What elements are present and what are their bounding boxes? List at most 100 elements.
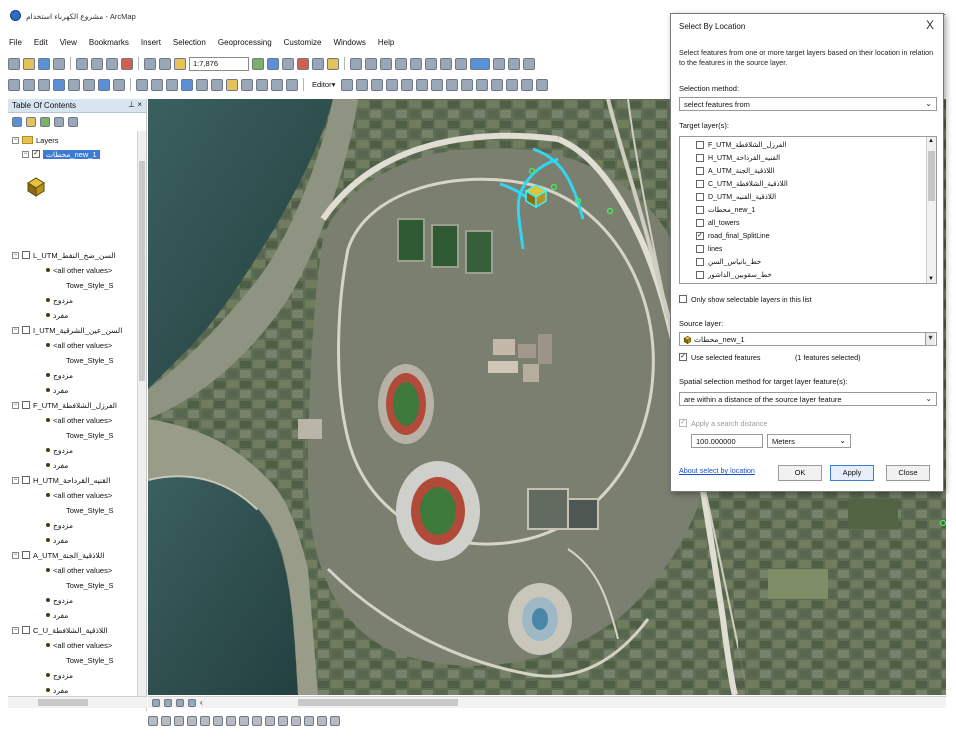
draw-font-icon[interactable] [265, 716, 275, 726]
toc-layer-row[interactable]: − I_UTM_السن_عين_الشرقية [12, 324, 122, 336]
edit-annotation-icon[interactable] [356, 78, 369, 91]
layer-name[interactable]: A_UTM_اللاذقية_الجنة [33, 551, 104, 560]
select-features-icon[interactable] [136, 78, 148, 91]
menu-windows[interactable]: Windows [332, 38, 366, 52]
draw-zoom-icon[interactable] [174, 716, 184, 726]
pause-drawing-icon[interactable] [188, 698, 196, 707]
forward-extent-icon[interactable] [113, 78, 125, 91]
route-icon[interactable] [256, 78, 268, 91]
layer-name[interactable]: I_UTM_السن_عين_الشرقية [33, 326, 122, 335]
list-by-drawing-order-icon[interactable] [12, 117, 22, 127]
paste-icon[interactable] [106, 57, 118, 70]
editor-toolbar-icon[interactable] [252, 57, 264, 70]
measure-icon[interactable] [226, 78, 238, 91]
point-icon[interactable] [416, 78, 429, 91]
target-layer-checkbox[interactable]: ✓ [696, 232, 704, 240]
zoom-in-icon[interactable] [8, 78, 20, 91]
menu-view[interactable]: View [59, 38, 78, 52]
copy-icon[interactable] [91, 57, 103, 70]
tool-f-icon[interactable] [425, 57, 437, 70]
map-hscroll-thumb[interactable] [298, 699, 458, 706]
menu-customize[interactable]: Customize [283, 38, 323, 52]
clear-selection-icon[interactable] [151, 78, 163, 91]
catalog-icon[interactable] [282, 57, 294, 70]
tool-h-icon[interactable] [455, 57, 467, 70]
tool-d-icon[interactable] [395, 57, 407, 70]
menu-selection[interactable]: Selection [172, 38, 207, 52]
toc-layer-row[interactable]: − F_UTM_الفرزل_الشلافطة [12, 399, 117, 411]
select-elements-icon[interactable] [166, 78, 178, 91]
menu-file[interactable]: File [8, 38, 23, 52]
reshape-icon[interactable] [446, 78, 459, 91]
tool-a-icon[interactable] [350, 57, 362, 70]
draw-bold-icon[interactable] [278, 716, 288, 726]
search-distance-input[interactable]: 100.000000 [691, 434, 763, 448]
toc-layer-row[interactable]: − A_UTM_اللاذقية_الجنة [12, 549, 104, 561]
toc-layer-row[interactable]: − H_UTM_القنيه_القرداحة [12, 474, 110, 486]
tool-b-icon[interactable] [365, 57, 377, 70]
layer-name[interactable]: H_UTM_القنيه_القرداحة [33, 476, 110, 485]
target-layers-list[interactable]: F_UTM_الفرزل_الشلافطة H_UTM_القنيه_القردا… [679, 136, 937, 284]
collapse-icon[interactable]: − [12, 251, 19, 259]
scroll-left-arrow[interactable]: ‹ [200, 698, 203, 707]
fixed-zoom-out-icon[interactable] [83, 78, 95, 91]
layers-root[interactable]: − Layers [12, 134, 59, 146]
layer-visibility-checkbox[interactable] [22, 326, 30, 334]
layer-visibility-checkbox[interactable] [22, 251, 30, 259]
collapse-icon[interactable]: − [12, 476, 19, 484]
full-extent-icon[interactable] [53, 78, 65, 91]
arctoolbox-icon[interactable] [297, 57, 309, 70]
collapse-icon[interactable]: − [12, 626, 19, 634]
target-layer-checkbox[interactable] [696, 193, 704, 201]
menu-edit[interactable]: Edit [33, 38, 49, 52]
close-button[interactable]: Close [886, 465, 930, 481]
html-popup-icon[interactable] [211, 78, 223, 91]
fixed-zoom-in-icon[interactable] [68, 78, 80, 91]
python-icon[interactable] [312, 57, 324, 70]
target-layer-checkbox[interactable] [696, 245, 704, 253]
layer-visibility-checkbox[interactable] [22, 551, 30, 559]
identify-icon[interactable] [181, 78, 193, 91]
zoom-out-icon[interactable] [23, 78, 35, 91]
add-data-icon[interactable] [174, 57, 186, 70]
apply-search-distance-option[interactable]: ✓ Apply a search distance [679, 417, 767, 429]
tool-e-icon[interactable] [410, 57, 422, 70]
target-layer-item[interactable]: lines [696, 243, 722, 255]
map-scale-input[interactable]: 1:7,876 [189, 56, 249, 71]
target-list-thumb[interactable] [928, 151, 935, 201]
list-by-visibility-icon[interactable] [40, 117, 50, 127]
target-layer-item[interactable]: C_UTM_اللاذقية_الشلافطة [696, 178, 788, 190]
apply-search-distance-checkbox[interactable]: ✓ [679, 419, 687, 427]
collapse-icon[interactable]: − [22, 150, 29, 158]
data-view-icon[interactable] [152, 698, 160, 707]
cut-icon[interactable] [76, 57, 88, 70]
target-layer-checkbox[interactable] [696, 154, 704, 162]
tool-g-icon[interactable] [440, 57, 452, 70]
only-selectable-checkbox[interactable] [679, 295, 687, 303]
redo-icon[interactable] [159, 57, 171, 70]
straight-segment-icon[interactable] [371, 78, 384, 91]
open-folder-icon[interactable] [23, 57, 35, 70]
draw-rectangle-icon[interactable] [226, 716, 236, 726]
layer-name[interactable]: L_UTM_السن_ضخ_النفط [33, 251, 116, 260]
collapse-icon[interactable]: − [12, 326, 19, 334]
list-by-source-icon[interactable] [26, 117, 36, 127]
draw-select-icon[interactable] [148, 716, 158, 726]
selection-method-select[interactable]: select features from ⌄ [679, 97, 937, 111]
delete-icon[interactable] [121, 57, 133, 70]
use-selected-option[interactable]: ✓ Use selected features [679, 351, 761, 363]
refresh-icon[interactable] [176, 698, 184, 707]
draw-rotate-icon[interactable] [161, 716, 171, 726]
target-layer-item[interactable]: H_UTM_القنيه_القرداحة [696, 152, 780, 164]
end-point-arc-icon[interactable] [386, 78, 399, 91]
target-layer-item[interactable]: all_towers [696, 217, 740, 229]
spatial-method-select[interactable]: are within a distance of the source laye… [679, 392, 937, 406]
time-slider-icon[interactable] [286, 78, 298, 91]
collapse-icon[interactable]: − [12, 401, 19, 409]
layer-visibility-checkbox[interactable] [22, 476, 30, 484]
target-layer-checkbox[interactable] [696, 180, 704, 188]
target-layer-item[interactable]: ✓ road_final_SplitLine [696, 230, 770, 242]
new-document-icon[interactable] [8, 57, 20, 70]
tool-j-icon[interactable] [508, 57, 520, 70]
toc-pin-close[interactable]: ⊥ × [128, 100, 142, 109]
